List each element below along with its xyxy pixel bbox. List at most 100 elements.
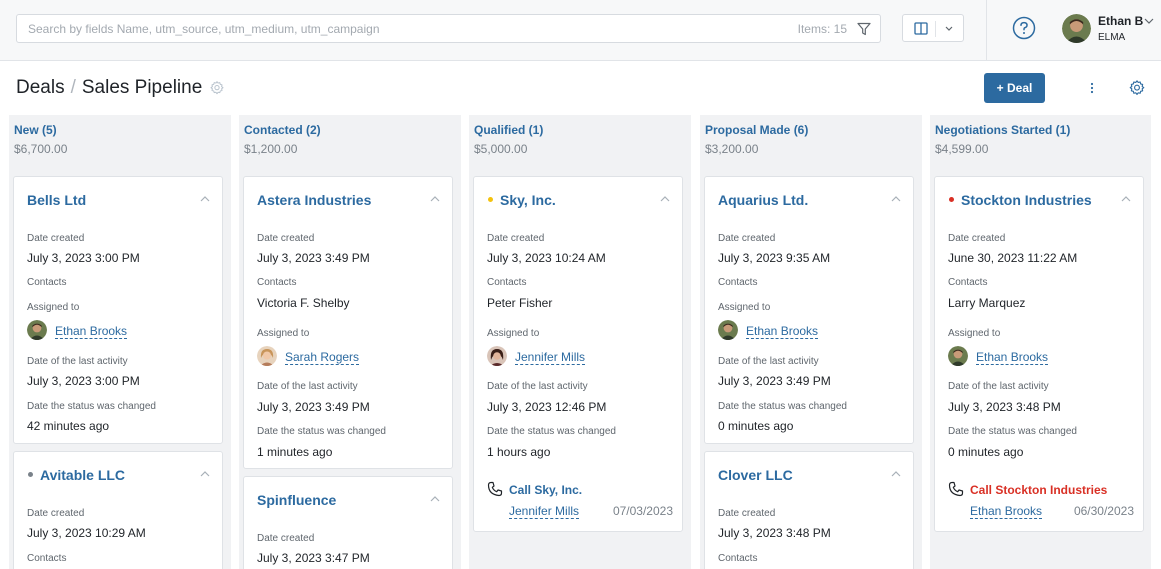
- label-status-changed: Date the status was changed: [257, 426, 386, 437]
- view-switcher-divider: [935, 21, 936, 37]
- gear-icon[interactable]: [1128, 79, 1146, 97]
- chevron-down-icon[interactable]: [1144, 17, 1154, 25]
- breadcrumb-section[interactable]: Deals: [16, 77, 65, 98]
- value-contact[interactable]: Larry Marquez: [948, 296, 1025, 310]
- deal-title[interactable]: Stockton Industries: [961, 192, 1092, 208]
- user-name[interactable]: Ethan B: [1098, 14, 1143, 28]
- column-title[interactable]: Negotiations Started (1): [935, 123, 1070, 137]
- deal-title[interactable]: Avitable LLC: [40, 467, 125, 483]
- more-vertical-icon[interactable]: [1086, 80, 1098, 96]
- value-date-created: July 3, 2023 3:48 PM: [718, 526, 831, 540]
- value-date-created: July 3, 2023 10:29 AM: [27, 526, 146, 540]
- avatar: [948, 346, 968, 366]
- value-contact[interactable]: Victoria F. Shelby: [257, 296, 350, 310]
- assignee-name[interactable]: Ethan Brooks: [976, 350, 1049, 365]
- column-sum: $3,200.00: [705, 142, 759, 156]
- search-input[interactable]: [17, 15, 777, 42]
- deal-title[interactable]: Sky, Inc.: [500, 192, 556, 208]
- label-date-created: Date created: [257, 233, 315, 244]
- value-date-created: June 30, 2023 11:22 AM: [948, 251, 1078, 265]
- task-date: 07/03/2023: [612, 504, 673, 518]
- deal-card-avitable-llc[interactable]: Avitable LLC Date created July 3, 2023 1…: [13, 451, 223, 569]
- chevron-up-icon[interactable]: [430, 195, 440, 202]
- value-contact[interactable]: Peter Fisher: [487, 296, 552, 310]
- deal-card-sky-inc[interactable]: Sky, Inc. Date created July 3, 2023 10:2…: [473, 176, 683, 532]
- value-last-activity: July 3, 2023 3:49 PM: [718, 374, 831, 388]
- label-status-changed: Date the status was changed: [718, 401, 847, 412]
- column-title[interactable]: New (5): [14, 123, 57, 137]
- task-assignee[interactable]: Jennifer Mills: [509, 504, 580, 519]
- breadcrumb-separator: /: [70, 77, 76, 98]
- deal-title[interactable]: Clover LLC: [718, 467, 793, 483]
- value-last-activity: July 3, 2023 3:00 PM: [27, 374, 140, 388]
- deal-title[interactable]: Bells Ltd: [27, 192, 86, 208]
- search-box[interactable]: Items: 15: [16, 14, 881, 43]
- add-deal-button[interactable]: + Deal: [984, 73, 1045, 103]
- task-title[interactable]: Call Stockton Industries: [970, 483, 1107, 497]
- column-title[interactable]: Proposal Made (6): [705, 123, 808, 137]
- deal-card-spinfluence[interactable]: Spinfluence Date created July 3, 2023 3:…: [243, 476, 453, 569]
- pipeline-column-contacted: Contacted (2) $1,200.00 Astera Industrie…: [239, 115, 461, 569]
- help-circle-icon[interactable]: [1012, 16, 1036, 40]
- label-contacts: Contacts: [718, 553, 758, 564]
- column-sum: $1,200.00: [244, 142, 298, 156]
- pipeline-column-negotiations-started: Negotiations Started (1) $4,599.00 Stock…: [930, 115, 1151, 569]
- deal-title[interactable]: Spinfluence: [257, 492, 336, 508]
- label-assigned-to: Assigned to: [718, 302, 771, 313]
- avatar: [27, 320, 47, 340]
- value-status-changed: 0 minutes ago: [948, 445, 1024, 459]
- deal-card-bells-ltd[interactable]: Bells Ltd Date created July 3, 2023 3:00…: [13, 176, 223, 444]
- label-last-activity: Date of the last activity: [257, 381, 358, 392]
- deal-card-clover-llc[interactable]: Clover LLC Date created July 3, 2023 3:4…: [704, 451, 914, 569]
- deal-title[interactable]: Aquarius Ltd.: [718, 192, 808, 208]
- chevron-up-icon[interactable]: [430, 495, 440, 502]
- filter-icon[interactable]: [856, 21, 872, 37]
- value-last-activity: July 3, 2023 12:46 PM: [487, 400, 607, 414]
- label-contacts: Contacts: [257, 277, 297, 288]
- label-status-changed: Date the status was changed: [948, 426, 1077, 437]
- value-date-created: July 3, 2023 10:24 AM: [487, 251, 606, 265]
- phone-icon: [487, 481, 503, 497]
- task-title[interactable]: Call Sky, Inc.: [509, 483, 582, 497]
- value-date-created: July 3, 2023 3:00 PM: [27, 251, 140, 265]
- column-title[interactable]: Qualified (1): [474, 123, 543, 137]
- pipeline-column-proposal-made: Proposal Made (6) $3,200.00 Aquarius Ltd…: [700, 115, 922, 569]
- items-count: Items: 15: [797, 22, 847, 36]
- chevron-up-icon[interactable]: [891, 195, 901, 202]
- task-assignee[interactable]: Ethan Brooks: [970, 504, 1043, 519]
- value-last-activity: July 3, 2023 3:49 PM: [257, 400, 370, 414]
- assignee-name[interactable]: Ethan Brooks: [746, 324, 819, 339]
- label-last-activity: Date of the last activity: [487, 381, 588, 392]
- label-assigned-to: Assigned to: [27, 302, 80, 313]
- chevron-up-icon[interactable]: [1121, 195, 1131, 202]
- task-call-overdue[interactable]: Call Stockton Industries Ethan Brooks 06…: [948, 481, 1134, 521]
- chevron-up-icon[interactable]: [200, 195, 210, 202]
- status-dot: [28, 472, 33, 477]
- avatar: [257, 346, 277, 366]
- assignee-name[interactable]: Ethan Brooks: [55, 324, 128, 339]
- deal-title[interactable]: Astera Industries: [257, 192, 371, 208]
- label-last-activity: Date of the last activity: [948, 381, 1049, 392]
- value-status-changed: 1 hours ago: [487, 445, 551, 459]
- label-contacts: Contacts: [27, 277, 67, 288]
- user-avatar[interactable]: [1062, 14, 1091, 43]
- deal-card-astera-industries[interactable]: Astera Industries Date created July 3, 2…: [243, 176, 453, 469]
- chevron-up-icon[interactable]: [200, 470, 210, 477]
- label-last-activity: Date of the last activity: [27, 356, 128, 367]
- assignee-name[interactable]: Jennifer Mills: [515, 350, 586, 365]
- page-title: Sales Pipeline: [81, 77, 203, 98]
- view-switcher-button[interactable]: [902, 14, 964, 42]
- label-status-changed: Date the status was changed: [27, 401, 156, 412]
- label-date-created: Date created: [948, 233, 1006, 244]
- pipeline-column-new: New (5) $6,700.00 Bells Ltd Date created…: [9, 115, 231, 569]
- gear-icon[interactable]: [209, 80, 225, 96]
- deal-card-stockton-industries[interactable]: Stockton Industries Date created June 30…: [934, 176, 1144, 532]
- assignee-name[interactable]: Sarah Rogers: [285, 350, 360, 365]
- deal-card-aquarius-ltd[interactable]: Aquarius Ltd. Date created July 3, 2023 …: [704, 176, 914, 444]
- chevron-up-icon[interactable]: [660, 195, 670, 202]
- task-call[interactable]: Call Sky, Inc. Jennifer Mills 07/03/2023: [487, 481, 673, 521]
- column-sum: $5,000.00: [474, 142, 528, 156]
- chevron-up-icon[interactable]: [891, 470, 901, 477]
- breadcrumb: Deals / Sales Pipeline: [16, 77, 202, 99]
- column-title[interactable]: Contacted (2): [244, 123, 321, 137]
